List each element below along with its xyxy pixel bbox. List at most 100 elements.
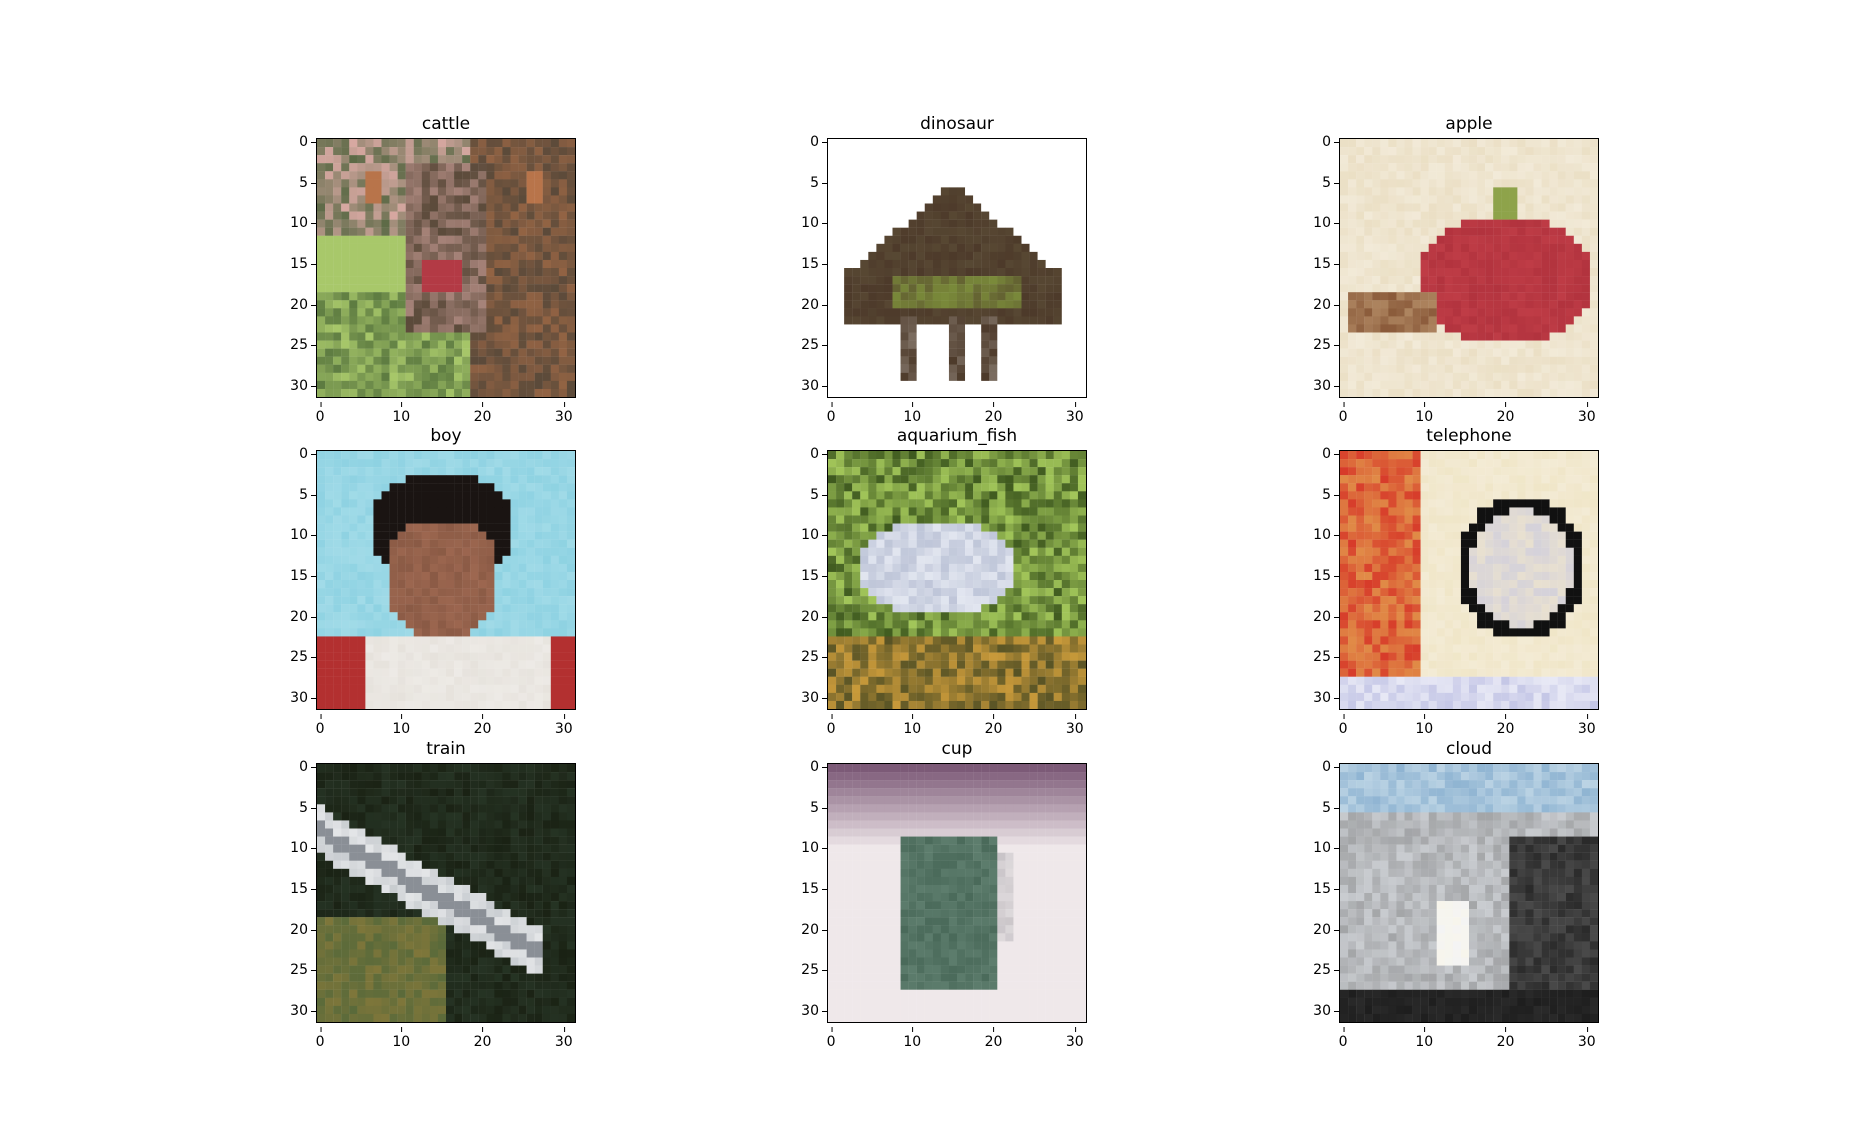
y-tick-label: 20 bbox=[290, 921, 316, 938]
y-tick-label: 25 bbox=[1313, 337, 1339, 354]
panel-image bbox=[316, 138, 576, 398]
y-tick-label: 15 bbox=[801, 880, 827, 897]
y-tick-label: 15 bbox=[1313, 880, 1339, 897]
panel-title: dinosaur bbox=[920, 114, 994, 134]
y-tick-label: 25 bbox=[1313, 962, 1339, 979]
panel-title: cattle bbox=[421, 114, 471, 134]
y-tick-label: 10 bbox=[801, 840, 827, 857]
image-panel: apple 0 5 10 15 20 25 30 0 10 20 30 bbox=[1313, 114, 1599, 424]
y-tick-label: 0 bbox=[299, 759, 316, 776]
x-tick-label: 10 bbox=[392, 402, 411, 425]
y-tick-label: 20 bbox=[801, 296, 827, 313]
y-tick-label: 10 bbox=[1313, 840, 1339, 857]
pixel-image bbox=[828, 451, 1086, 709]
y-tick-label: 25 bbox=[801, 962, 827, 979]
panel-title: cloud bbox=[1445, 739, 1493, 759]
y-tick-label: 0 bbox=[1322, 134, 1339, 151]
y-tick-label: 0 bbox=[299, 446, 316, 463]
panel-image bbox=[316, 763, 576, 1023]
y-tick-label: 5 bbox=[810, 174, 827, 191]
y-tick-label: 0 bbox=[299, 134, 316, 151]
pixel-image bbox=[828, 764, 1086, 1022]
panel-title: apple bbox=[1445, 114, 1493, 134]
y-tick-label: 0 bbox=[810, 446, 827, 463]
x-tick-label: 0 bbox=[315, 714, 325, 737]
y-tick-label: 5 bbox=[810, 486, 827, 503]
panel-image bbox=[827, 763, 1087, 1023]
x-tick-label: 0 bbox=[1338, 402, 1348, 425]
panel-image bbox=[316, 450, 576, 710]
y-tick-label: 5 bbox=[1322, 174, 1339, 191]
x-tick-label: 0 bbox=[826, 402, 836, 425]
y-tick-label: 30 bbox=[1313, 1002, 1339, 1019]
y-tick-label: 15 bbox=[290, 255, 316, 272]
y-tick-label: 20 bbox=[801, 608, 827, 625]
y-tick-label: 30 bbox=[801, 1002, 827, 1019]
x-tick-label: 20 bbox=[1496, 402, 1515, 425]
panel-image bbox=[827, 450, 1087, 710]
y-tick-label: 5 bbox=[299, 799, 316, 816]
x-tick-label: 30 bbox=[554, 1027, 573, 1050]
x-tick-label: 20 bbox=[1496, 714, 1515, 737]
image-panel: telephone 0 5 10 15 20 25 30 0 10 20 30 bbox=[1313, 426, 1599, 736]
panel-title: train bbox=[426, 739, 466, 759]
x-tick-label: 30 bbox=[1065, 714, 1084, 737]
y-tick-label: 5 bbox=[1322, 799, 1339, 816]
x-tick-label: 30 bbox=[554, 714, 573, 737]
y-tick-label: 0 bbox=[1322, 759, 1339, 776]
y-tick-label: 20 bbox=[1313, 296, 1339, 313]
y-tick-label: 30 bbox=[801, 689, 827, 706]
y-tick-label: 25 bbox=[801, 649, 827, 666]
x-tick-label: 20 bbox=[473, 714, 492, 737]
x-tick-label: 20 bbox=[984, 1027, 1003, 1050]
x-tick-label: 20 bbox=[473, 1027, 492, 1050]
y-tick-label: 5 bbox=[299, 486, 316, 503]
y-tick-label: 25 bbox=[290, 649, 316, 666]
y-tick-label: 0 bbox=[810, 759, 827, 776]
y-tick-label: 10 bbox=[1313, 527, 1339, 544]
y-tick-label: 25 bbox=[290, 962, 316, 979]
x-tick-label: 0 bbox=[826, 1027, 836, 1050]
y-tick-label: 15 bbox=[801, 567, 827, 584]
x-tick-label: 20 bbox=[1496, 1027, 1515, 1050]
y-tick-label: 5 bbox=[1322, 486, 1339, 503]
y-tick-label: 30 bbox=[290, 689, 316, 706]
x-tick-label: 30 bbox=[1065, 1027, 1084, 1050]
y-tick-label: 20 bbox=[1313, 921, 1339, 938]
x-tick-label: 10 bbox=[392, 714, 411, 737]
x-tick-label: 30 bbox=[1065, 402, 1084, 425]
x-tick-label: 20 bbox=[473, 402, 492, 425]
x-tick-label: 20 bbox=[984, 402, 1003, 425]
panel-title: cup bbox=[941, 739, 973, 759]
y-tick-label: 15 bbox=[1313, 567, 1339, 584]
image-panel: boy 0 5 10 15 20 25 30 0 10 20 30 bbox=[290, 426, 576, 736]
image-panel: aquarium_fish 0 5 10 15 20 25 30 0 10 20 30 bbox=[801, 426, 1087, 736]
x-tick-label: 10 bbox=[903, 714, 922, 737]
y-tick-label: 10 bbox=[290, 215, 316, 232]
pixel-image bbox=[1340, 139, 1598, 397]
y-tick-label: 20 bbox=[1313, 608, 1339, 625]
x-tick-label: 0 bbox=[826, 714, 836, 737]
y-tick-label: 15 bbox=[290, 880, 316, 897]
y-tick-label: 0 bbox=[810, 134, 827, 151]
x-tick-label: 10 bbox=[1415, 1027, 1434, 1050]
y-tick-label: 30 bbox=[801, 377, 827, 394]
x-tick-label: 30 bbox=[1577, 1027, 1596, 1050]
x-tick-label: 0 bbox=[315, 1027, 325, 1050]
panel-image bbox=[827, 138, 1087, 398]
image-panel: dinosaur 0 5 10 15 20 25 30 0 10 20 30 bbox=[801, 114, 1087, 424]
pixel-image bbox=[317, 764, 575, 1022]
panel-title: aquarium_fish bbox=[896, 426, 1018, 446]
y-tick-label: 10 bbox=[801, 527, 827, 544]
x-tick-label: 10 bbox=[903, 402, 922, 425]
image-panel: cloud 0 5 10 15 20 25 30 0 10 20 30 bbox=[1313, 739, 1599, 1049]
pixel-image bbox=[1340, 764, 1598, 1022]
x-tick-label: 0 bbox=[1338, 714, 1348, 737]
pixel-image bbox=[317, 451, 575, 709]
pixel-image bbox=[1340, 451, 1598, 709]
y-tick-label: 30 bbox=[1313, 377, 1339, 394]
y-tick-label: 10 bbox=[1313, 215, 1339, 232]
x-tick-label: 30 bbox=[1577, 402, 1596, 425]
x-tick-label: 10 bbox=[1415, 714, 1434, 737]
x-tick-label: 0 bbox=[315, 402, 325, 425]
